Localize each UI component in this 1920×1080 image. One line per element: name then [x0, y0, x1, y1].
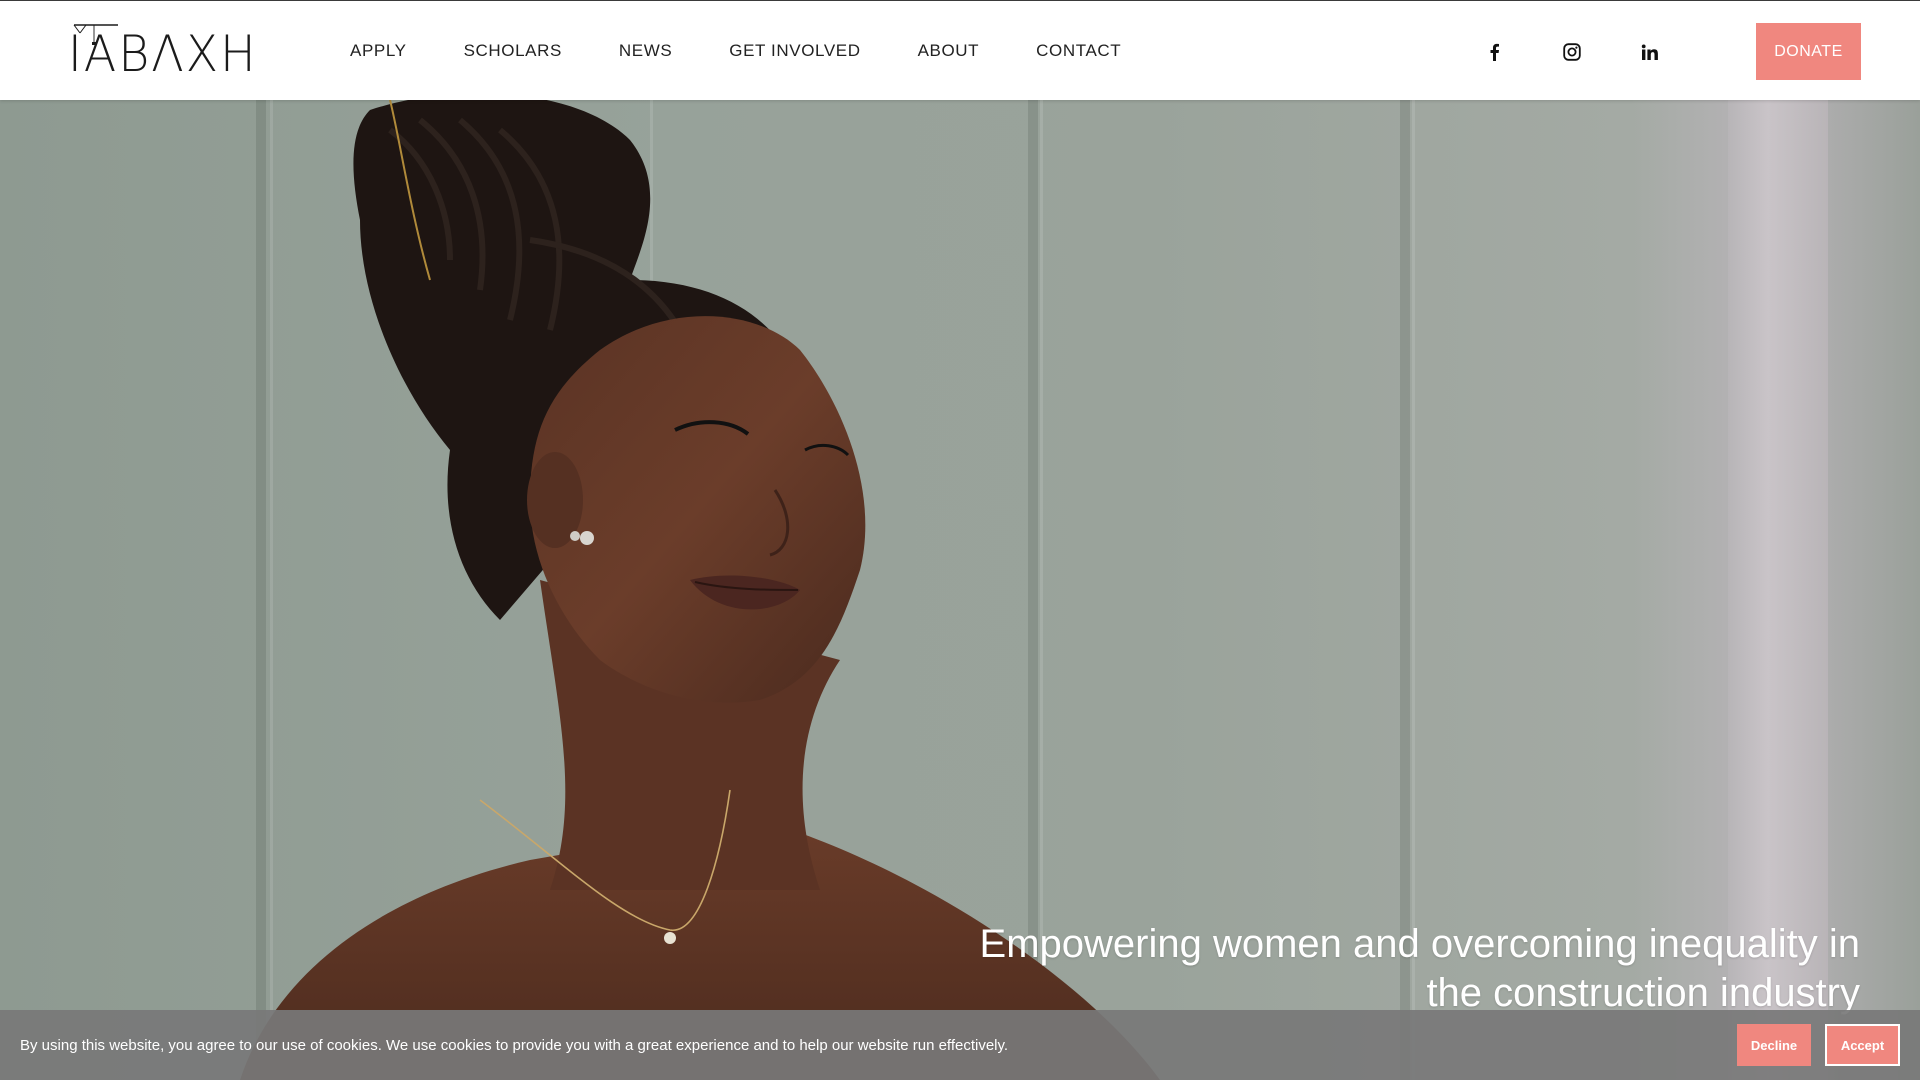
logo-text: ΙΑΒΛΧΗ	[67, 25, 258, 83]
hero-heading: Empowering women and overcoming inequali…	[900, 920, 1860, 1018]
cookie-consent-bar: By using this website, you agree to our …	[0, 1010, 1920, 1080]
cookie-decline-button[interactable]: Decline	[1737, 1024, 1811, 1066]
cookie-message: By using this website, you agree to our …	[20, 1036, 1009, 1054]
hero-heading-line1: Empowering women and overcoming inequali…	[979, 922, 1860, 966]
hero-section: Empowering women and overcoming inequali…	[0, 100, 1920, 1080]
instagram-icon[interactable]	[1561, 41, 1583, 63]
main-nav: APPLY SCHOLARS NEWS GET INVOLVED ABOUT C…	[350, 1, 1178, 101]
site-logo[interactable]: ΙΑΒΛΧΗ	[66, 21, 268, 79]
nav-item-about[interactable]: ABOUT	[918, 41, 980, 61]
site-header: ΙΑΒΛΧΗ APPLY SCHOLARS NEWS GET INVOLVED …	[0, 0, 1920, 100]
facebook-icon[interactable]	[1483, 41, 1505, 63]
nav-item-get-involved[interactable]: GET INVOLVED	[729, 41, 860, 61]
nav-item-scholars[interactable]: SCHOLARS	[464, 41, 562, 61]
linkedin-icon[interactable]	[1638, 41, 1660, 63]
hero-heading-line2: the construction industry	[1426, 971, 1860, 1015]
cookie-accept-button[interactable]: Accept	[1825, 1024, 1900, 1066]
nav-item-apply[interactable]: APPLY	[350, 41, 407, 61]
nav-item-contact[interactable]: CONTACT	[1036, 41, 1121, 61]
donate-button[interactable]: DONATE	[1756, 23, 1861, 80]
nav-item-news[interactable]: NEWS	[619, 41, 672, 61]
page: ΙΑΒΛΧΗ APPLY SCHOLARS NEWS GET INVOLVED …	[0, 0, 1920, 1080]
